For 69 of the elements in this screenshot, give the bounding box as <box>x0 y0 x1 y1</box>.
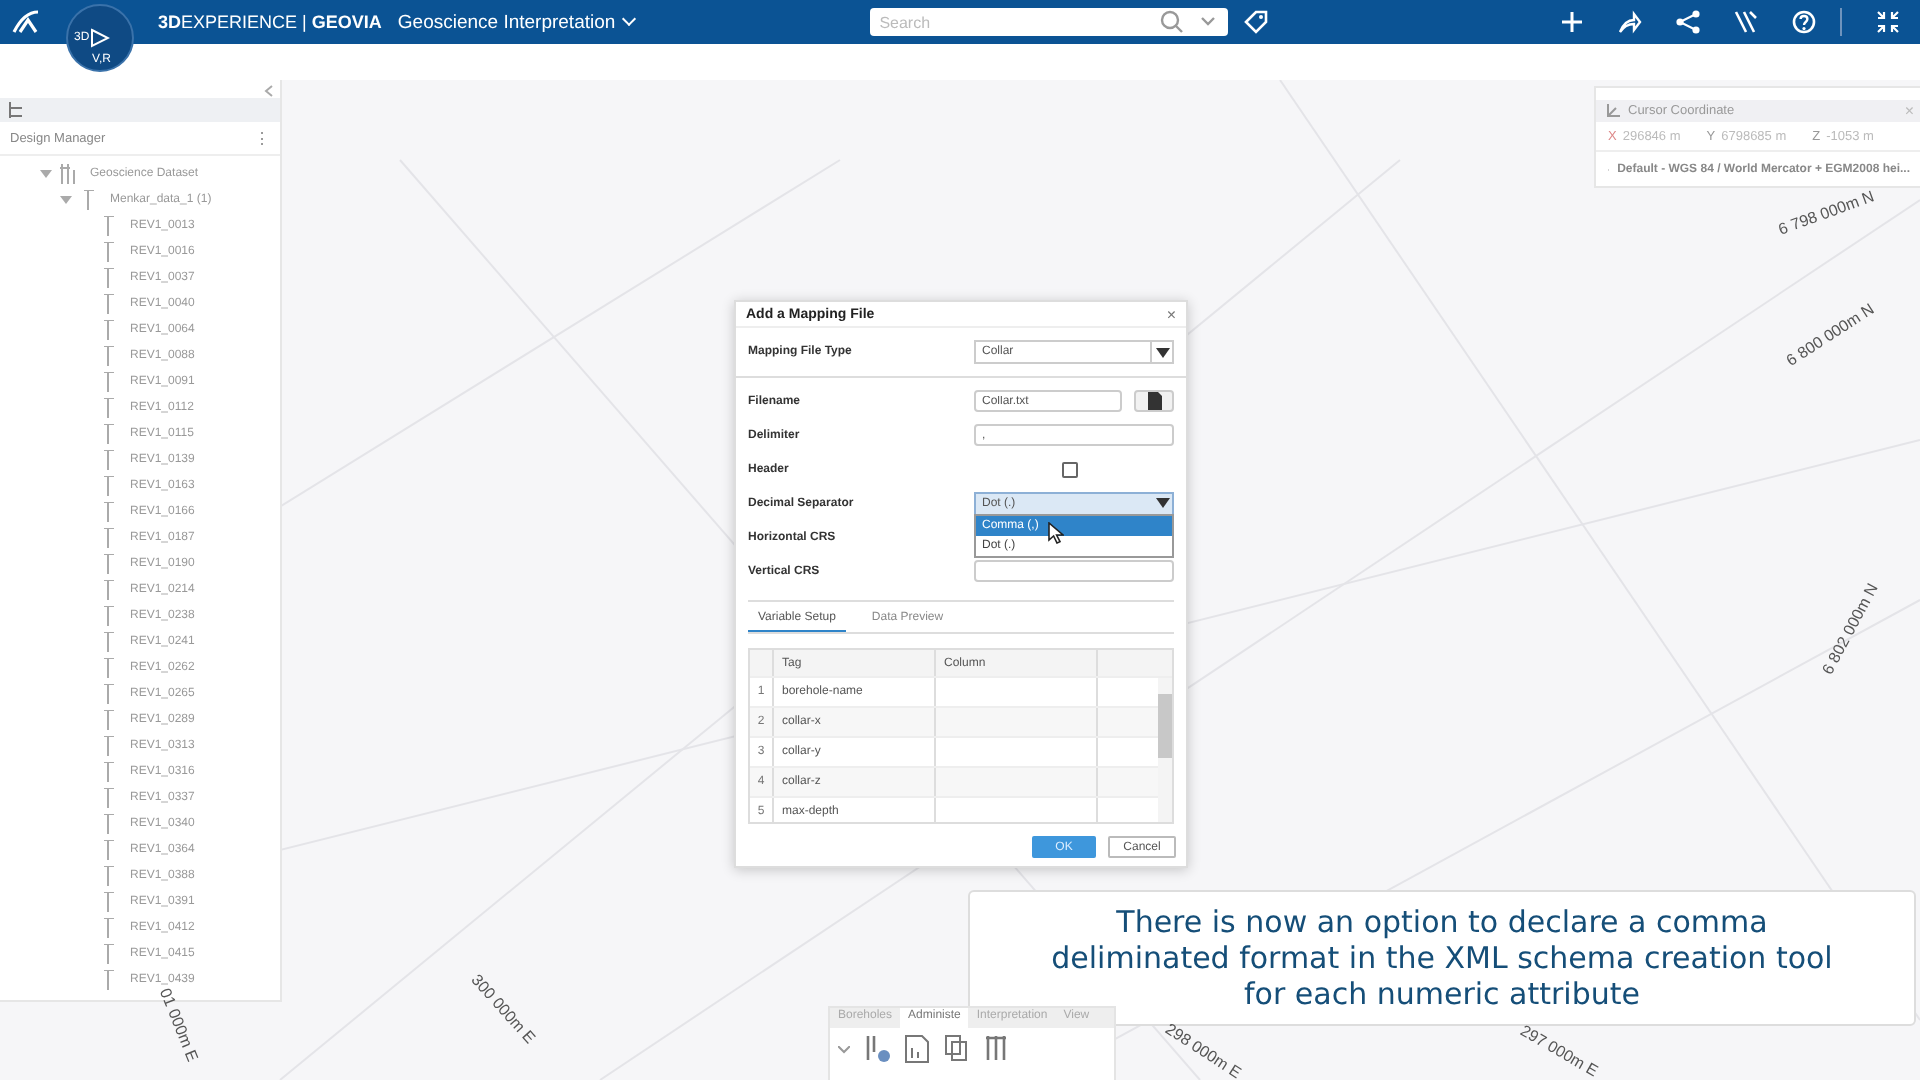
drillhole-icon <box>100 345 116 365</box>
axis-label: 6 798 000m N <box>1775 187 1877 239</box>
search-bar[interactable]: Search <box>869 8 1228 36</box>
drillhole-icon <box>100 605 116 625</box>
mouse-pointer-icon <box>1048 521 1064 543</box>
drillhole-icon <box>100 631 116 651</box>
drillhole-icon <box>100 293 116 313</box>
drillhole-icon <box>100 917 116 937</box>
help-icon[interactable] <box>1792 10 1816 34</box>
caret-icon[interactable] <box>1155 347 1169 357</box>
checkbox[interactable] <box>1062 461 1078 477</box>
search-icon[interactable] <box>1159 10 1184 34</box>
play-icon <box>90 28 110 48</box>
drillhole-icon <box>100 761 116 781</box>
axes-icon <box>1604 103 1620 119</box>
network-icon[interactable] <box>1676 10 1700 34</box>
drillhole-icon <box>100 683 116 703</box>
app-title[interactable]: Geoscience Interpretation <box>397 11 634 33</box>
plus-icon[interactable] <box>1560 10 1584 34</box>
collapse-icon[interactable] <box>1876 10 1900 34</box>
drillhole-icon <box>100 553 116 573</box>
drillhole-icon <box>100 735 116 755</box>
dataset-icon <box>60 163 76 183</box>
document-icon[interactable] <box>904 1034 930 1064</box>
drillhole-icon <box>100 865 116 885</box>
drillhole-icon <box>100 423 116 443</box>
search-field[interactable]: Search <box>869 13 1144 31</box>
drillhole-icon <box>100 475 116 495</box>
drillhole-icon <box>100 579 116 599</box>
drillhole-icon <box>100 449 116 469</box>
text-field[interactable] <box>974 560 1174 582</box>
close-button[interactable]: × <box>1166 305 1176 323</box>
logo-icon <box>10 8 42 36</box>
tree-icon[interactable] <box>8 102 24 118</box>
drillhole-icon <box>100 501 116 521</box>
scrollbar-thumb[interactable] <box>1158 694 1172 758</box>
drillhole-icon <box>100 813 116 833</box>
drillhole-icon <box>100 709 116 729</box>
expanded-triangle-icon[interactable] <box>40 167 52 179</box>
drillhole-icon <box>100 319 116 339</box>
drillholes-icon[interactable] <box>984 1034 1010 1064</box>
drillhole-icon <box>100 969 116 989</box>
drillhole-icon <box>80 189 96 209</box>
drillhole-icon <box>100 527 116 547</box>
drillhole-icon <box>100 215 116 235</box>
copy-documents-icon[interactable] <box>944 1034 970 1064</box>
file-icon[interactable] <box>1147 392 1161 410</box>
drillhole-icon <box>100 891 116 911</box>
tag-icon[interactable] <box>1243 10 1268 34</box>
brand-title: 3DEXPERIENCE | GEOVIA <box>158 12 382 32</box>
drillhole-icon <box>100 267 116 287</box>
drillhole-icon <box>100 397 116 417</box>
drillhole-icon <box>100 787 116 807</box>
drillhole-icon <box>100 657 116 677</box>
axis-label: 6 802 000m N <box>1818 580 1882 678</box>
caret-icon[interactable] <box>1155 498 1169 508</box>
drillhole-icon <box>100 371 116 391</box>
expanded-triangle-icon[interactable] <box>60 193 72 205</box>
share-icon[interactable] <box>1618 10 1642 34</box>
scrollbar[interactable] <box>1158 678 1172 822</box>
axis-label: 01 000m E <box>155 985 202 1065</box>
drillhole-icon <box>100 943 116 963</box>
more-options-button[interactable]: ⋮ <box>254 129 270 147</box>
drillhole-icon <box>100 241 116 261</box>
drillhole-settings-icon[interactable] <box>864 1034 890 1064</box>
close-button[interactable]: × <box>1904 102 1914 120</box>
drillhole-icon <box>100 839 116 859</box>
axis-label: 6 800 000m N <box>1783 300 1878 370</box>
browse-button[interactable] <box>1134 390 1174 412</box>
